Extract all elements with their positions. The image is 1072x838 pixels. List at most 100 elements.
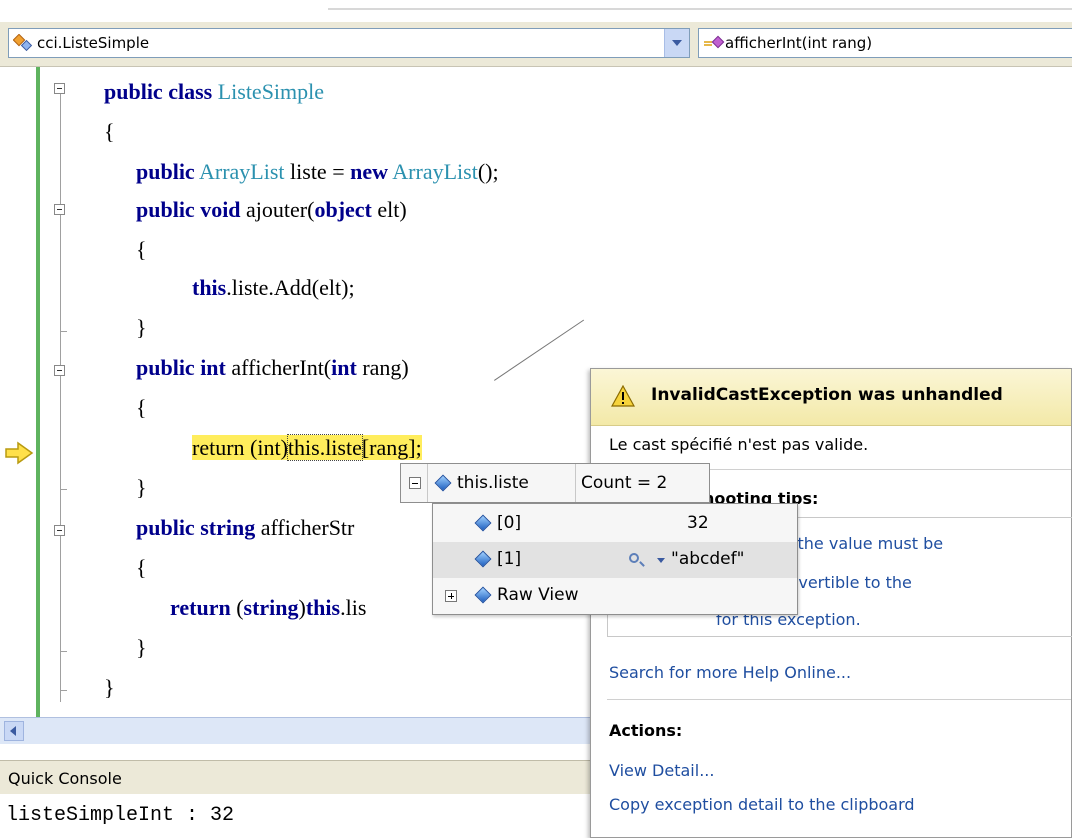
datatip-row[interactable]: [1] "abcdef" [433, 542, 797, 578]
quick-console-output[interactable]: listeSimpleInt : 32 [0, 794, 590, 838]
code-token: rang) [356, 355, 409, 380]
divider [607, 699, 1071, 700]
code-token: string [243, 595, 299, 620]
code-token: public int [136, 355, 226, 380]
current-statement-arrow-icon [5, 441, 34, 465]
datatip-children: [0] 32 [1] "abcdef" Raw View [432, 503, 798, 615]
code-token: this [305, 595, 341, 620]
datatip-row[interactable]: Raw View [433, 578, 797, 614]
collapse-icon[interactable] [54, 204, 65, 215]
exception-header: InvalidCastException was unhandled [591, 369, 1071, 426]
code-line: } [136, 475, 147, 500]
code-line: { [104, 119, 115, 144]
code-token: return [170, 595, 231, 620]
code-line: } [136, 635, 147, 660]
code-token: afficherInt( [225, 355, 332, 380]
code-line: } [104, 675, 115, 700]
horizontal-scrollbar[interactable] [0, 717, 590, 744]
exception-title: InvalidCastException was unhandled [651, 385, 1003, 405]
field-icon [474, 550, 492, 568]
code-token: ( [230, 595, 244, 620]
datatip-item-name: [0] [497, 513, 522, 533]
class-combo-chevron-down-icon[interactable] [664, 29, 689, 57]
outline-tick [60, 651, 67, 652]
current-statement: return (int)this.liste[rang]; [192, 434, 422, 461]
datatip-name: this.liste [457, 473, 529, 493]
outline-tick [60, 331, 67, 332]
quick-console-header: Quick Console [0, 760, 590, 795]
code-token: ) [298, 595, 306, 620]
class-combo[interactable]: cci.ListeSimple [8, 28, 690, 58]
code-token: this.liste [286, 434, 363, 461]
datatip-item-name: Raw View [497, 585, 579, 605]
datatip-item-name: [1] [497, 549, 522, 569]
member-combo[interactable]: afficherInt(int rang) [698, 28, 1072, 58]
code-token: public void [136, 197, 241, 222]
code-token: ArrayList [392, 159, 478, 184]
code-token: ArrayList [199, 159, 285, 184]
code-token: .liste.Add(elt); [226, 275, 355, 300]
exception-message: Le cast spécifié n'est pas valide. [609, 435, 869, 454]
copy-exception-detail-link[interactable]: Copy exception detail to the clipboard [609, 795, 915, 814]
code-token: ListeSimple [217, 79, 325, 104]
code-line: public string afficherStr [136, 515, 354, 541]
divider [328, 8, 1072, 10]
datatip-row[interactable]: [0] 32 [433, 506, 797, 542]
code-line: { [136, 237, 147, 262]
search-online-link[interactable]: Search for more Help Online... [609, 663, 851, 682]
field-icon [474, 586, 492, 604]
datatip-name-cell: this.liste [427, 464, 576, 502]
code-line: return (string)this.lis [170, 595, 366, 621]
collapse-icon[interactable] [54, 365, 65, 376]
magnifier-icon[interactable] [629, 553, 639, 563]
code-token: int [331, 355, 357, 380]
code-token: elt) [371, 197, 407, 222]
scroll-left-icon[interactable] [4, 721, 24, 741]
code-line: public ArrayList liste = new ArrayList()… [136, 159, 499, 185]
navigation-bar: cci.ListeSimple afficherInt(int rang) [0, 22, 1072, 67]
method-icon [704, 35, 725, 49]
expand-icon[interactable] [445, 590, 457, 602]
code-line: public class ListeSimple [104, 79, 324, 105]
code-token: public class [104, 79, 213, 104]
code-token: afficherStr [255, 515, 355, 540]
field-icon [474, 514, 492, 532]
code-token: [rang]; [361, 435, 422, 460]
change-indicator-bar [36, 67, 40, 717]
quick-console-title: Quick Console [8, 769, 122, 788]
code-token: liste = [284, 159, 351, 184]
collapse-icon[interactable] [54, 83, 65, 94]
actions-heading: Actions: [609, 721, 683, 740]
view-detail-link[interactable]: View Detail... [609, 761, 714, 780]
datatip-value-cell: Count = 2 [575, 464, 709, 502]
outline-line [60, 94, 61, 702]
code-token: return (int) [192, 435, 288, 460]
code-token: public string [136, 515, 256, 540]
console-output-line: listeSimpleInt : 32 [6, 804, 235, 827]
code-token: ajouter( [240, 197, 315, 222]
class-icon [13, 34, 33, 52]
code-line: { [136, 395, 147, 420]
code-line: public int afficherInt(int rang) [136, 355, 409, 381]
collapse-icon[interactable] [54, 525, 65, 536]
outline-tick [60, 489, 67, 490]
datatip-item-value: 32 [687, 513, 709, 533]
code-token: object [314, 197, 372, 222]
code-line: { [136, 555, 147, 580]
datatip-expander-cell[interactable] [401, 464, 428, 502]
datatip[interactable]: this.liste Count = 2 [400, 463, 710, 503]
code-token: public [136, 159, 195, 184]
code-token: new [350, 159, 388, 184]
code-token: .lis [340, 595, 367, 620]
datatip-item-value: "abcdef" [671, 549, 745, 569]
chevron-down-icon[interactable] [657, 558, 665, 563]
member-combo-label: afficherInt(int rang) [725, 34, 873, 52]
code-token: (); [477, 159, 499, 184]
field-icon [434, 474, 452, 492]
collapse-icon[interactable] [409, 477, 421, 489]
outline-tick [60, 690, 67, 691]
warning-icon [611, 385, 635, 407]
class-combo-label: cci.ListeSimple [37, 34, 150, 52]
code-line: this.liste.Add(elt); [192, 275, 355, 301]
datatip-value: Count = 2 [581, 473, 668, 493]
